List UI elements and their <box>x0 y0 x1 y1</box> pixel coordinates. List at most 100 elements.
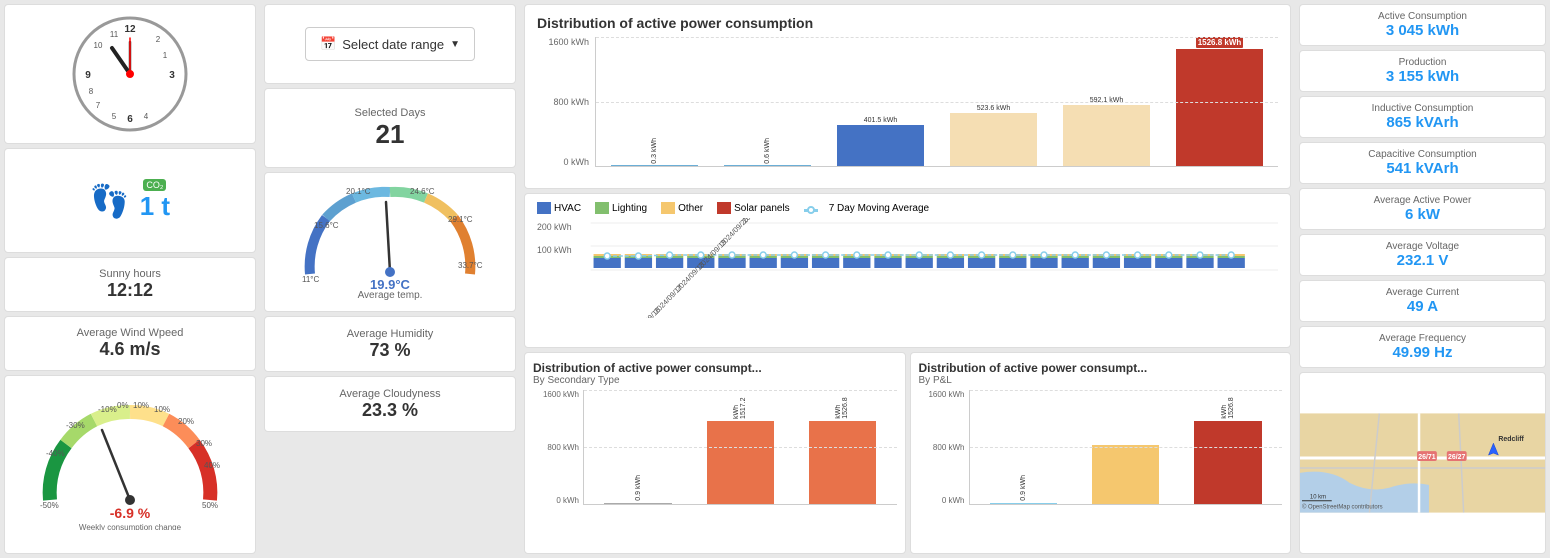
svg-text:200 kWh: 200 kWh <box>537 222 572 232</box>
svg-text:1: 1 <box>163 51 168 60</box>
svg-text:8: 8 <box>89 87 94 96</box>
svg-text:0%: 0% <box>117 401 129 410</box>
avg-cloudyness-label: Average Cloudyness <box>339 388 440 400</box>
bottom-right-subtitle: By P&L <box>919 375 1283 386</box>
inductive-card: Inductive Consumption 865 kVArh <box>1299 96 1546 138</box>
bottom-right-chart-area: 1600 kWh 800 kWh 0 kWh 0.9 kWh <box>919 390 1283 505</box>
svg-text:-10%: -10% <box>98 405 117 414</box>
avg-cloudyness-value: 23.3 % <box>362 400 418 421</box>
svg-text:2: 2 <box>156 35 161 44</box>
svg-text:30%: 30% <box>196 439 212 448</box>
bottom-right-title: Distribution of active power consumpt... <box>919 361 1283 375</box>
svg-text:26/27: 26/27 <box>1448 454 1466 461</box>
production-card: Production 3 155 kWh <box>1299 50 1546 92</box>
y-axis: 1600 kWh 800 kWh 0 kWh <box>537 37 595 167</box>
map-card: Redcliff 26/71 26/27 © OpenStreetMap con… <box>1299 372 1546 554</box>
line-chart-svg: 200 kWh 100 kWh <box>537 218 1278 318</box>
bottom-charts-row: Distribution of active power consumpt...… <box>524 352 1291 554</box>
chevron-down-icon: ▼ <box>450 39 460 50</box>
avg-humidity-label: Average Humidity <box>347 328 434 340</box>
avg-voltage-label: Average Voltage <box>1310 241 1535 252</box>
selected-days-value: 21 <box>376 119 405 150</box>
capacitive-card: Capacitive Consumption 541 kVArh <box>1299 142 1546 184</box>
footprint-icon: 👣 <box>90 182 130 220</box>
y-label-bot: 0 kWh <box>537 157 589 167</box>
col1: 12 3 6 9 2 1 11 10 8 7 5 4 <box>0 0 260 558</box>
sunny-hours-card: Sunny hours 12:12 <box>4 257 256 312</box>
svg-text:2024/09/21: 2024/09/21 <box>740 218 772 225</box>
co2-badge: CO₂ <box>143 179 166 191</box>
chart-legend: HVAC Lighting Other Solar panels <box>537 202 1278 214</box>
gauge-card: -50% -40% -30% -10% 0% 10% 10% 20% 30% 4… <box>4 375 256 554</box>
line-chart-card: HVAC Lighting Other Solar panels <box>524 193 1291 348</box>
selected-days-label: Selected Days <box>355 107 426 119</box>
inductive-value: 865 kVArh <box>1310 114 1535 131</box>
production-value: 3 155 kWh <box>1310 68 1535 85</box>
avg-voltage-value: 232.1 V <box>1310 252 1535 269</box>
legend-hvac: HVAC <box>537 202 581 214</box>
svg-text:7: 7 <box>96 101 101 110</box>
col4: Active Consumption 3 045 kWh Production … <box>1295 0 1550 558</box>
sunny-hours-label: Sunny hours <box>99 268 161 280</box>
avg-active-power-value: 6 kW <box>1310 206 1535 223</box>
svg-text:4: 4 <box>144 112 149 121</box>
svg-text:12: 12 <box>124 24 136 35</box>
svg-text:11°C: 11°C <box>302 275 320 284</box>
capacitive-value: 541 kVArh <box>1310 160 1535 177</box>
co2-value: 1 t <box>140 191 170 222</box>
date-range-label: Select date range <box>342 37 444 52</box>
svg-text:10%: 10% <box>154 405 170 414</box>
svg-text:33.7°C: 33.7°C <box>458 261 483 270</box>
dashboard: 12 3 6 9 2 1 11 10 8 7 5 4 <box>0 0 1550 558</box>
selected-days-card: Selected Days 21 <box>264 88 516 168</box>
sunny-hours-value: 12:12 <box>107 280 153 301</box>
inductive-label: Inductive Consumption <box>1310 103 1535 114</box>
temp-gauge-svg: 11°C 15.6°C 20.1°C 24.6°C 29.1°C 33.7°C … <box>290 184 490 294</box>
capacitive-label: Capacitive Consumption <box>1310 149 1535 160</box>
avg-humidity-card: Average Humidity 73 % <box>264 316 516 372</box>
temp-gauge-card: 11°C 15.6°C 20.1°C 24.6°C 29.1°C 33.7°C … <box>264 172 516 312</box>
line-chart-area: 200 kWh 100 kWh <box>537 218 1278 318</box>
avg-wind-card: Average Wind Wpeed 4.6 m/s <box>4 316 256 371</box>
svg-text:5: 5 <box>112 112 117 121</box>
col3: Distribution of active power consumption… <box>520 0 1295 558</box>
bottom-right-chart: Distribution of active power consumpt...… <box>910 352 1292 554</box>
svg-text:20%: 20% <box>178 417 194 426</box>
y-label-top: 1600 kWh <box>537 37 589 47</box>
active-consumption-value: 3 045 kWh <box>1310 22 1535 39</box>
avg-cloudyness-card: Average Cloudyness 23.3 % <box>264 376 516 432</box>
svg-text:29.1°C: 29.1°C <box>448 215 473 224</box>
svg-text:-6.9 %: -6.9 % <box>110 505 151 521</box>
svg-text:10%: 10% <box>133 401 149 410</box>
avg-wind-value: 4.6 m/s <box>99 339 160 360</box>
svg-text:© OpenStreetMap contributors: © OpenStreetMap contributors <box>1302 504 1383 511</box>
avg-temp-label: Average temp. <box>358 290 423 301</box>
avg-humidity-value: 73 % <box>369 340 410 361</box>
consumption-gauge: -50% -40% -30% -10% 0% 10% 10% 20% 30% 4… <box>30 400 230 530</box>
svg-text:-40%: -40% <box>46 449 65 458</box>
date-select-card: 📅 Select date range ▼ <box>264 4 516 84</box>
svg-text:10 km: 10 km <box>1310 495 1326 501</box>
svg-text:3: 3 <box>169 70 175 81</box>
y-label-mid: 800 kWh <box>537 97 589 107</box>
svg-text:Redcliff: Redcliff <box>1498 436 1524 443</box>
avg-current-value: 49 A <box>1310 298 1535 315</box>
main-bar-chart-card: Distribution of active power consumption… <box>524 4 1291 189</box>
svg-text:-50%: -50% <box>40 501 59 510</box>
svg-text:20.1°C: 20.1°C <box>346 187 371 196</box>
svg-text:50%: 50% <box>202 501 218 510</box>
svg-text:Weekly consumption change: Weekly consumption change <box>79 523 182 530</box>
avg-current-card: Average Current 49 A <box>1299 280 1546 322</box>
co2-card: 👣 CO₂ 1 t <box>4 148 256 253</box>
svg-text:6: 6 <box>127 114 133 125</box>
calendar-icon: 📅 <box>320 36 336 52</box>
avg-frequency-card: Average Frequency 49.99 Hz <box>1299 326 1546 368</box>
svg-text:9: 9 <box>85 70 91 81</box>
clock-card: 12 3 6 9 2 1 11 10 8 7 5 4 <box>4 4 256 144</box>
date-range-button[interactable]: 📅 Select date range ▼ <box>305 27 475 61</box>
svg-text:11: 11 <box>110 30 119 39</box>
avg-active-power-card: Average Active Power 6 kW <box>1299 188 1546 230</box>
avg-active-power-label: Average Active Power <box>1310 195 1535 206</box>
legend-lighting: Lighting <box>595 202 647 214</box>
avg-wind-label: Average Wind Wpeed <box>77 327 184 339</box>
